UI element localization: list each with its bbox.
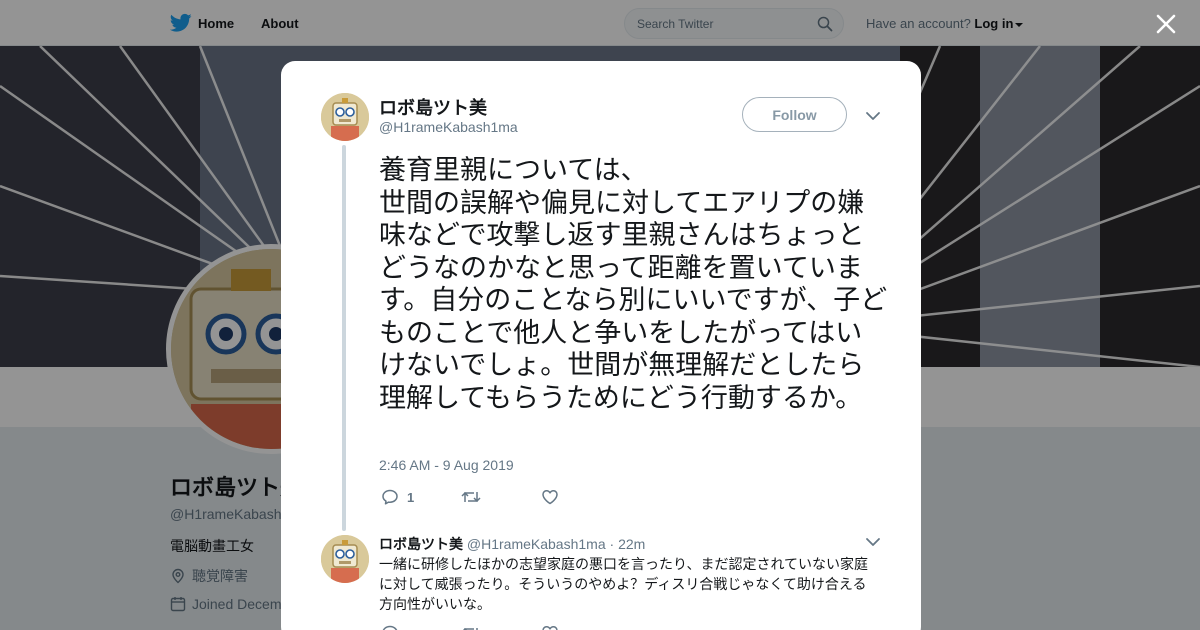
like-button[interactable] bbox=[541, 488, 559, 506]
tweet-author-name[interactable]: ロボ島ツト美 bbox=[379, 94, 487, 120]
tweet-author-handle[interactable]: @H1rameKabash1ma bbox=[379, 119, 518, 135]
chevron-down-icon[interactable] bbox=[865, 108, 881, 124]
retweet-icon bbox=[461, 491, 481, 503]
reply-header: ロボ島ツト美 @H1rameKabash1ma · 22m bbox=[379, 534, 645, 554]
reply-time[interactable]: · 22m bbox=[610, 536, 646, 552]
like-button[interactable] bbox=[541, 624, 559, 630]
tweet-modal: ロボ島ツト美 @H1rameKabash1ma Follow 養育里親については… bbox=[281, 61, 921, 630]
robot-avatar-image bbox=[321, 93, 369, 141]
reply-button[interactable]: 1 bbox=[381, 488, 461, 506]
heart-icon bbox=[542, 626, 558, 630]
reply-button[interactable] bbox=[381, 624, 461, 630]
thread-connector bbox=[342, 145, 346, 531]
tweet-text: 養育里親については、 世間の誤解や偏見に対してエアリプの嫌味などで攻撃し返す里親… bbox=[379, 155, 888, 413]
reply-author-handle[interactable]: @H1rameKabash1ma bbox=[467, 536, 606, 552]
retweet-button[interactable] bbox=[461, 488, 541, 506]
reply-avatar[interactable] bbox=[321, 535, 369, 583]
follow-button[interactable]: Follow bbox=[742, 97, 847, 132]
heart-icon bbox=[542, 490, 558, 505]
chevron-down-icon[interactable] bbox=[865, 534, 881, 550]
reply-actions bbox=[381, 624, 559, 630]
reply-count: 1 bbox=[407, 489, 415, 505]
reply-text: 一緒に研修したほかの志望家庭の悪口を言ったり、まだ認定されていない家庭に対して威… bbox=[379, 556, 869, 612]
tweet-actions: 1 bbox=[381, 488, 559, 506]
robot-avatar-image bbox=[321, 535, 369, 583]
retweet-icon bbox=[462, 627, 478, 630]
retweet-button[interactable] bbox=[461, 624, 541, 630]
close-icon[interactable] bbox=[1154, 12, 1178, 36]
reply-author-name[interactable]: ロボ島ツト美 bbox=[379, 536, 463, 552]
reply-icon bbox=[382, 489, 398, 505]
tweet-timestamp[interactable]: 2:46 AM - 9 Aug 2019 bbox=[379, 457, 514, 473]
avatar[interactable] bbox=[321, 93, 369, 141]
reply-icon bbox=[382, 625, 398, 630]
